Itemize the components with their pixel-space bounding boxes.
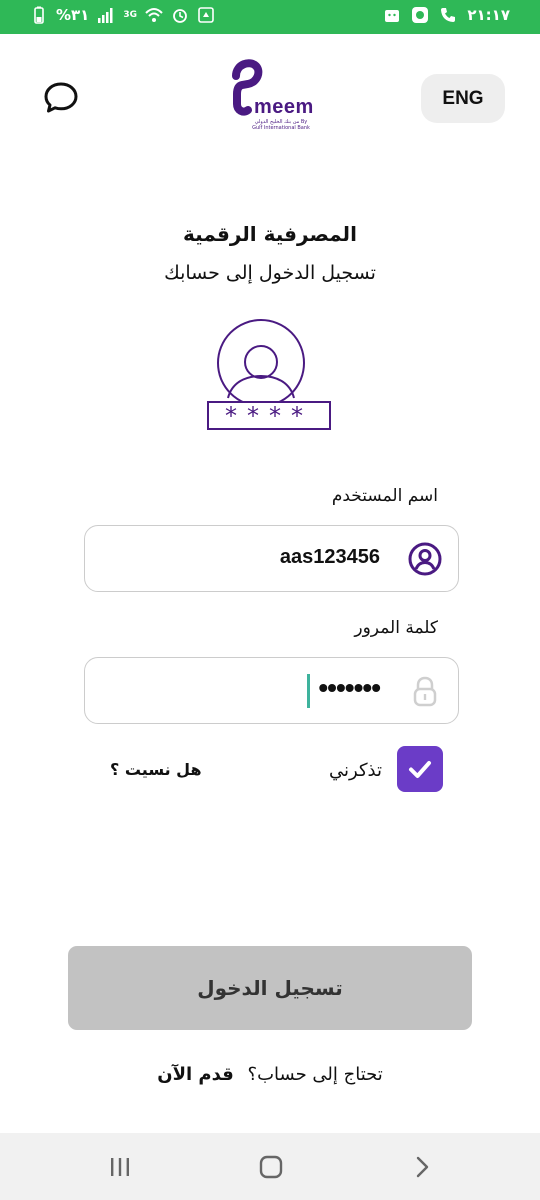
username-field[interactable]: aas123456 [84,525,459,592]
password-field[interactable]: ••••••• [84,657,459,724]
username-label: اسم المستخدم [331,486,438,506]
clock: ٢١:١٧ [467,6,510,24]
recent-apps-button[interactable] [106,1153,134,1181]
signup-question: تحتاج إلى حساب؟ [247,1064,383,1085]
back-button[interactable] [408,1153,436,1181]
recycle-icon [197,6,215,24]
page-subtitle: تسجيل الدخول إلى حسابك [164,262,376,284]
back-chevron-icon [416,1156,429,1178]
user-login-illustration: **** [207,319,331,430]
recent-apps-icon [111,1158,129,1176]
apply-now-link[interactable]: قدم الآن [157,1064,234,1085]
meem-logo: meem من بنك الخليج الدولي By Gulf Intern… [222,58,318,138]
phone-icon [439,6,457,24]
battery-icon [30,6,48,24]
lock-icon [413,676,437,707]
page-title: المصرفية الرقمية [183,222,357,246]
remember-me-checkbox[interactable] [397,746,443,792]
logo-subtext: من بنك الخليج الدولي By Gulf Internation… [252,119,310,131]
home-button[interactable] [257,1153,285,1181]
forgot-password-link[interactable]: هل نسيت ؟ [110,760,202,779]
battery-percent: %٣١ [56,6,90,24]
password-input[interactable]: ••••••• [318,672,381,704]
home-icon [259,1155,283,1179]
chat-bubble-icon [44,82,78,113]
signup-prompt: تحتاج إلى حساب؟ قدم الآن [0,1064,540,1085]
status-bar: %٣١ 3G ٢١:١٧ [0,0,540,34]
wifi-icon [145,6,163,24]
system-nav-bar [0,1133,540,1200]
text-cursor [307,674,310,708]
hero-pin-text: **** [225,402,313,430]
status-left: %٣١ 3G [30,6,215,24]
language-toggle-button[interactable]: ENG [421,74,505,123]
signal-icon [97,6,115,24]
messenger-icon [411,6,429,24]
user-circle-icon [408,542,442,576]
network-type: 3G [123,9,137,20]
remember-me-label[interactable]: تذكرني [329,760,382,781]
login-button[interactable]: تسجيل الدخول [68,946,472,1030]
logo-text: meem [254,96,314,118]
checkmark-icon [409,761,431,778]
status-right: ٢١:١٧ [383,6,510,24]
alarm-icon [171,6,189,24]
username-input[interactable]: aas123456 [280,546,380,569]
android-icon [383,6,401,24]
chat-button[interactable] [42,80,80,116]
password-label: كلمة المرور [354,618,438,638]
